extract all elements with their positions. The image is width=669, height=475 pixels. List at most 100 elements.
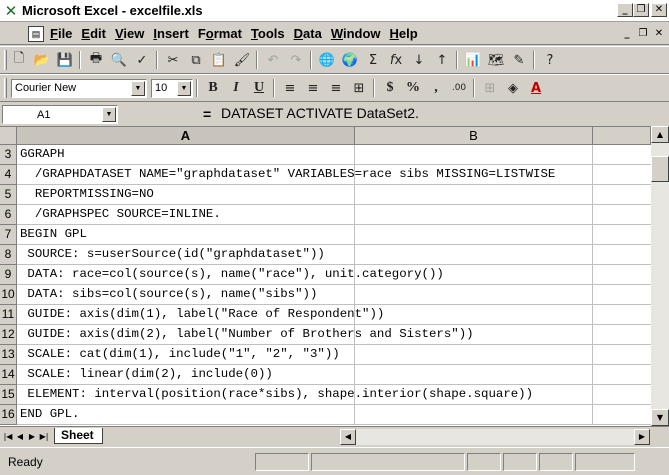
- prev-sheet-icon[interactable]: ◀: [14, 430, 26, 444]
- cell-b[interactable]: [355, 245, 593, 265]
- cell-b[interactable]: [355, 405, 593, 425]
- chart-wizard-icon[interactable]: 📊: [462, 50, 484, 70]
- menu-insert[interactable]: Insert: [153, 26, 188, 41]
- toolbar-grip[interactable]: [4, 78, 7, 98]
- excel-app-icon[interactable]: ✕: [3, 2, 19, 20]
- cell-b[interactable]: [355, 365, 593, 385]
- menu-view[interactable]: View: [115, 26, 144, 41]
- row-header[interactable]: 11: [0, 305, 17, 325]
- font-name-select[interactable]: Courier New ▼: [11, 78, 147, 98]
- sort-descending-icon[interactable]: ↑: [431, 50, 453, 70]
- cell-a[interactable]: SCALE: linear(dim(2), include(0)): [17, 365, 355, 385]
- autosum-icon[interactable]: Σ: [362, 50, 384, 70]
- hyperlink-icon[interactable]: 🌐: [316, 50, 338, 70]
- align-center-icon[interactable]: ≡: [302, 78, 324, 98]
- select-all-button[interactable]: [0, 127, 17, 145]
- row-header[interactable]: 15: [0, 385, 17, 405]
- increase-decimal-icon[interactable]: .00: [448, 78, 470, 98]
- open-icon[interactable]: 📂: [31, 50, 53, 70]
- cell-c[interactable]: [593, 245, 651, 265]
- paste-icon[interactable]: 📋: [208, 50, 230, 70]
- chevron-down-icon[interactable]: ▼: [131, 80, 145, 96]
- chevron-down-icon[interactable]: ▼: [102, 107, 116, 122]
- edit-formula-button[interactable]: =: [203, 106, 211, 122]
- cell-b[interactable]: [355, 305, 593, 325]
- menu-help[interactable]: Help: [390, 26, 418, 41]
- row-header[interactable]: 10: [0, 285, 17, 305]
- web-toolbar-icon[interactable]: 🌍: [339, 50, 361, 70]
- align-right-icon[interactable]: ≡: [325, 78, 347, 98]
- underline-button[interactable]: U: [248, 78, 270, 98]
- cell-c[interactable]: [593, 165, 651, 185]
- cell-c[interactable]: [593, 265, 651, 285]
- scroll-up-icon[interactable]: ▲: [651, 126, 669, 143]
- row-header[interactable]: 14: [0, 365, 17, 385]
- cell-a[interactable]: GUIDE: axis(dim(2), label("Number of Bro…: [17, 325, 474, 345]
- align-left-icon[interactable]: ≡: [279, 78, 301, 98]
- cell-b[interactable]: [355, 185, 593, 205]
- fill-color-icon[interactable]: ◈: [502, 78, 524, 98]
- cell-b[interactable]: [355, 145, 593, 165]
- cell-a[interactable]: SOURCE: s=userSource(id("graphdataset")): [17, 245, 355, 265]
- comma-button[interactable]: ,: [425, 78, 447, 98]
- cell-a[interactable]: DATA: sibs=col(source(s), name("sibs")): [17, 285, 355, 305]
- cell-c[interactable]: [593, 325, 651, 345]
- row-header[interactable]: 16: [0, 405, 17, 425]
- worksheet-grid[interactable]: A B 3 GGRAPH 4 /GRAPHDATASET NAME="graphda…: [0, 126, 669, 426]
- sheet-tab[interactable]: Sheet: [54, 427, 103, 444]
- chevron-down-icon[interactable]: ▼: [177, 80, 191, 96]
- cell-a[interactable]: GUIDE: axis(dim(1), label("Race of Respo…: [17, 305, 384, 325]
- cell-a[interactable]: REPORTMISSING=NO: [17, 185, 355, 205]
- next-sheet-icon[interactable]: ▶: [26, 430, 38, 444]
- scroll-left-icon[interactable]: ◀: [340, 429, 356, 445]
- bold-button[interactable]: B: [202, 78, 224, 98]
- cell-a[interactable]: /GRAPHSPEC SOURCE=INLINE.: [17, 205, 355, 225]
- close-button[interactable]: ✕: [651, 3, 667, 17]
- row-header[interactable]: 13: [0, 345, 17, 365]
- cell-a[interactable]: GGRAPH: [17, 145, 355, 165]
- currency-button[interactable]: $: [379, 78, 401, 98]
- row-header[interactable]: 4: [0, 165, 17, 185]
- cell-a[interactable]: END GPL.: [17, 405, 355, 425]
- undo-icon[interactable]: ↶: [262, 50, 284, 70]
- first-sheet-icon[interactable]: |◀: [2, 430, 14, 444]
- row-header[interactable]: 12: [0, 325, 17, 345]
- row-header[interactable]: 9: [0, 265, 17, 285]
- italic-button[interactable]: I: [225, 78, 247, 98]
- workbook-icon[interactable]: ▤: [28, 25, 44, 42]
- cell-a[interactable]: SCALE: cat(dim(1), include("1", "2", "3"…: [17, 345, 355, 365]
- last-sheet-icon[interactable]: ▶|: [38, 430, 50, 444]
- font-size-select[interactable]: 10 ▼: [151, 78, 193, 98]
- vertical-scrollbar[interactable]: ▲ ▼: [651, 126, 669, 426]
- cut-icon[interactable]: ✂: [162, 50, 184, 70]
- redo-icon[interactable]: ↷: [285, 50, 307, 70]
- format-painter-icon[interactable]: 🖌: [231, 50, 253, 70]
- cell-c[interactable]: [593, 185, 651, 205]
- row-header[interactable]: 6: [0, 205, 17, 225]
- cell-c[interactable]: [593, 145, 651, 165]
- copy-icon[interactable]: ⧉: [185, 50, 207, 70]
- doc-minimize-button[interactable]: _: [619, 27, 635, 41]
- help-icon[interactable]: ?: [539, 50, 561, 70]
- row-header[interactable]: 7: [0, 225, 17, 245]
- doc-close-button[interactable]: ✕: [651, 27, 667, 41]
- drawing-icon[interactable]: ✎: [508, 50, 530, 70]
- toolbar-grip[interactable]: [4, 50, 7, 70]
- horizontal-scrollbar[interactable]: ◀ ▶: [340, 429, 650, 445]
- new-icon[interactable]: 🗋: [8, 50, 30, 70]
- menu-window[interactable]: Window: [331, 26, 381, 41]
- cell-c[interactable]: [593, 205, 651, 225]
- cell-c[interactable]: [593, 225, 651, 245]
- cell-a[interactable]: BEGIN GPL: [17, 225, 355, 245]
- merge-center-icon[interactable]: ⊞: [348, 78, 370, 98]
- cell-a[interactable]: DATA: race=col(source(s), name("race"), …: [17, 265, 444, 285]
- scroll-right-icon[interactable]: ▶: [634, 429, 650, 445]
- column-header-c[interactable]: [593, 127, 651, 145]
- save-icon[interactable]: 💾: [54, 50, 76, 70]
- paste-function-icon[interactable]: fx: [385, 50, 407, 70]
- row-header[interactable]: 8: [0, 245, 17, 265]
- scroll-down-icon[interactable]: ▼: [651, 409, 669, 426]
- cell-a[interactable]: /GRAPHDATASET NAME="graphdataset" VARIAB…: [17, 165, 555, 185]
- name-box[interactable]: A1 ▼: [2, 105, 118, 124]
- percent-button[interactable]: %: [402, 78, 424, 98]
